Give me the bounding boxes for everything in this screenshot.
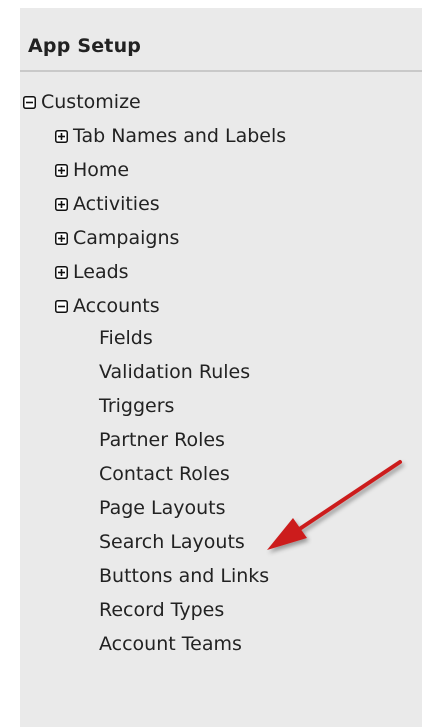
accounts-item-record-types[interactable]: Record Types <box>99 593 224 627</box>
panel-header: App Setup <box>20 8 422 72</box>
tree-node-label[interactable]: Home <box>73 159 129 181</box>
tree-node-label[interactable]: Leads <box>73 261 129 283</box>
app-setup-panel: App Setup Customize Tab Names and Labels… <box>20 8 422 727</box>
accounts-item-search-layouts[interactable]: Search Layouts <box>99 525 245 559</box>
accounts-item-triggers[interactable]: Triggers <box>99 389 174 423</box>
tree-node-label[interactable]: Campaigns <box>73 227 179 249</box>
tree-node-customize[interactable]: Customize <box>23 85 141 119</box>
accounts-item-fields[interactable]: Fields <box>99 321 153 355</box>
tree-node-label[interactable]: Customize <box>41 91 141 113</box>
accounts-item-buttons-and-links[interactable]: Buttons and Links <box>99 559 269 593</box>
tree-node-label[interactable]: Accounts <box>73 295 160 317</box>
accounts-item-partner-roles[interactable]: Partner Roles <box>99 423 225 457</box>
plus-box-icon[interactable] <box>55 129 68 143</box>
panel-title: App Setup <box>28 35 142 57</box>
accounts-item-validation-rules[interactable]: Validation Rules <box>99 355 250 389</box>
minus-box-icon[interactable] <box>55 299 68 313</box>
tree-node-leads[interactable]: Leads <box>55 255 129 289</box>
tree-node-tab-names-and-labels[interactable]: Tab Names and Labels <box>55 119 286 153</box>
accounts-item-contact-roles[interactable]: Contact Roles <box>99 457 230 491</box>
accounts-item-page-layouts[interactable]: Page Layouts <box>99 491 226 525</box>
plus-box-icon[interactable] <box>55 197 68 211</box>
tree-node-accounts[interactable]: Accounts <box>55 289 160 323</box>
minus-box-icon[interactable] <box>23 95 36 109</box>
tree-node-home[interactable]: Home <box>55 153 129 187</box>
tree-node-activities[interactable]: Activities <box>55 187 160 221</box>
tree-node-campaigns[interactable]: Campaigns <box>55 221 179 255</box>
plus-box-icon[interactable] <box>55 265 68 279</box>
tree-node-label[interactable]: Activities <box>73 193 160 215</box>
plus-box-icon[interactable] <box>55 163 68 177</box>
accounts-item-account-teams[interactable]: Account Teams <box>99 627 242 661</box>
tree-node-label[interactable]: Tab Names and Labels <box>73 125 286 147</box>
plus-box-icon[interactable] <box>55 231 68 245</box>
